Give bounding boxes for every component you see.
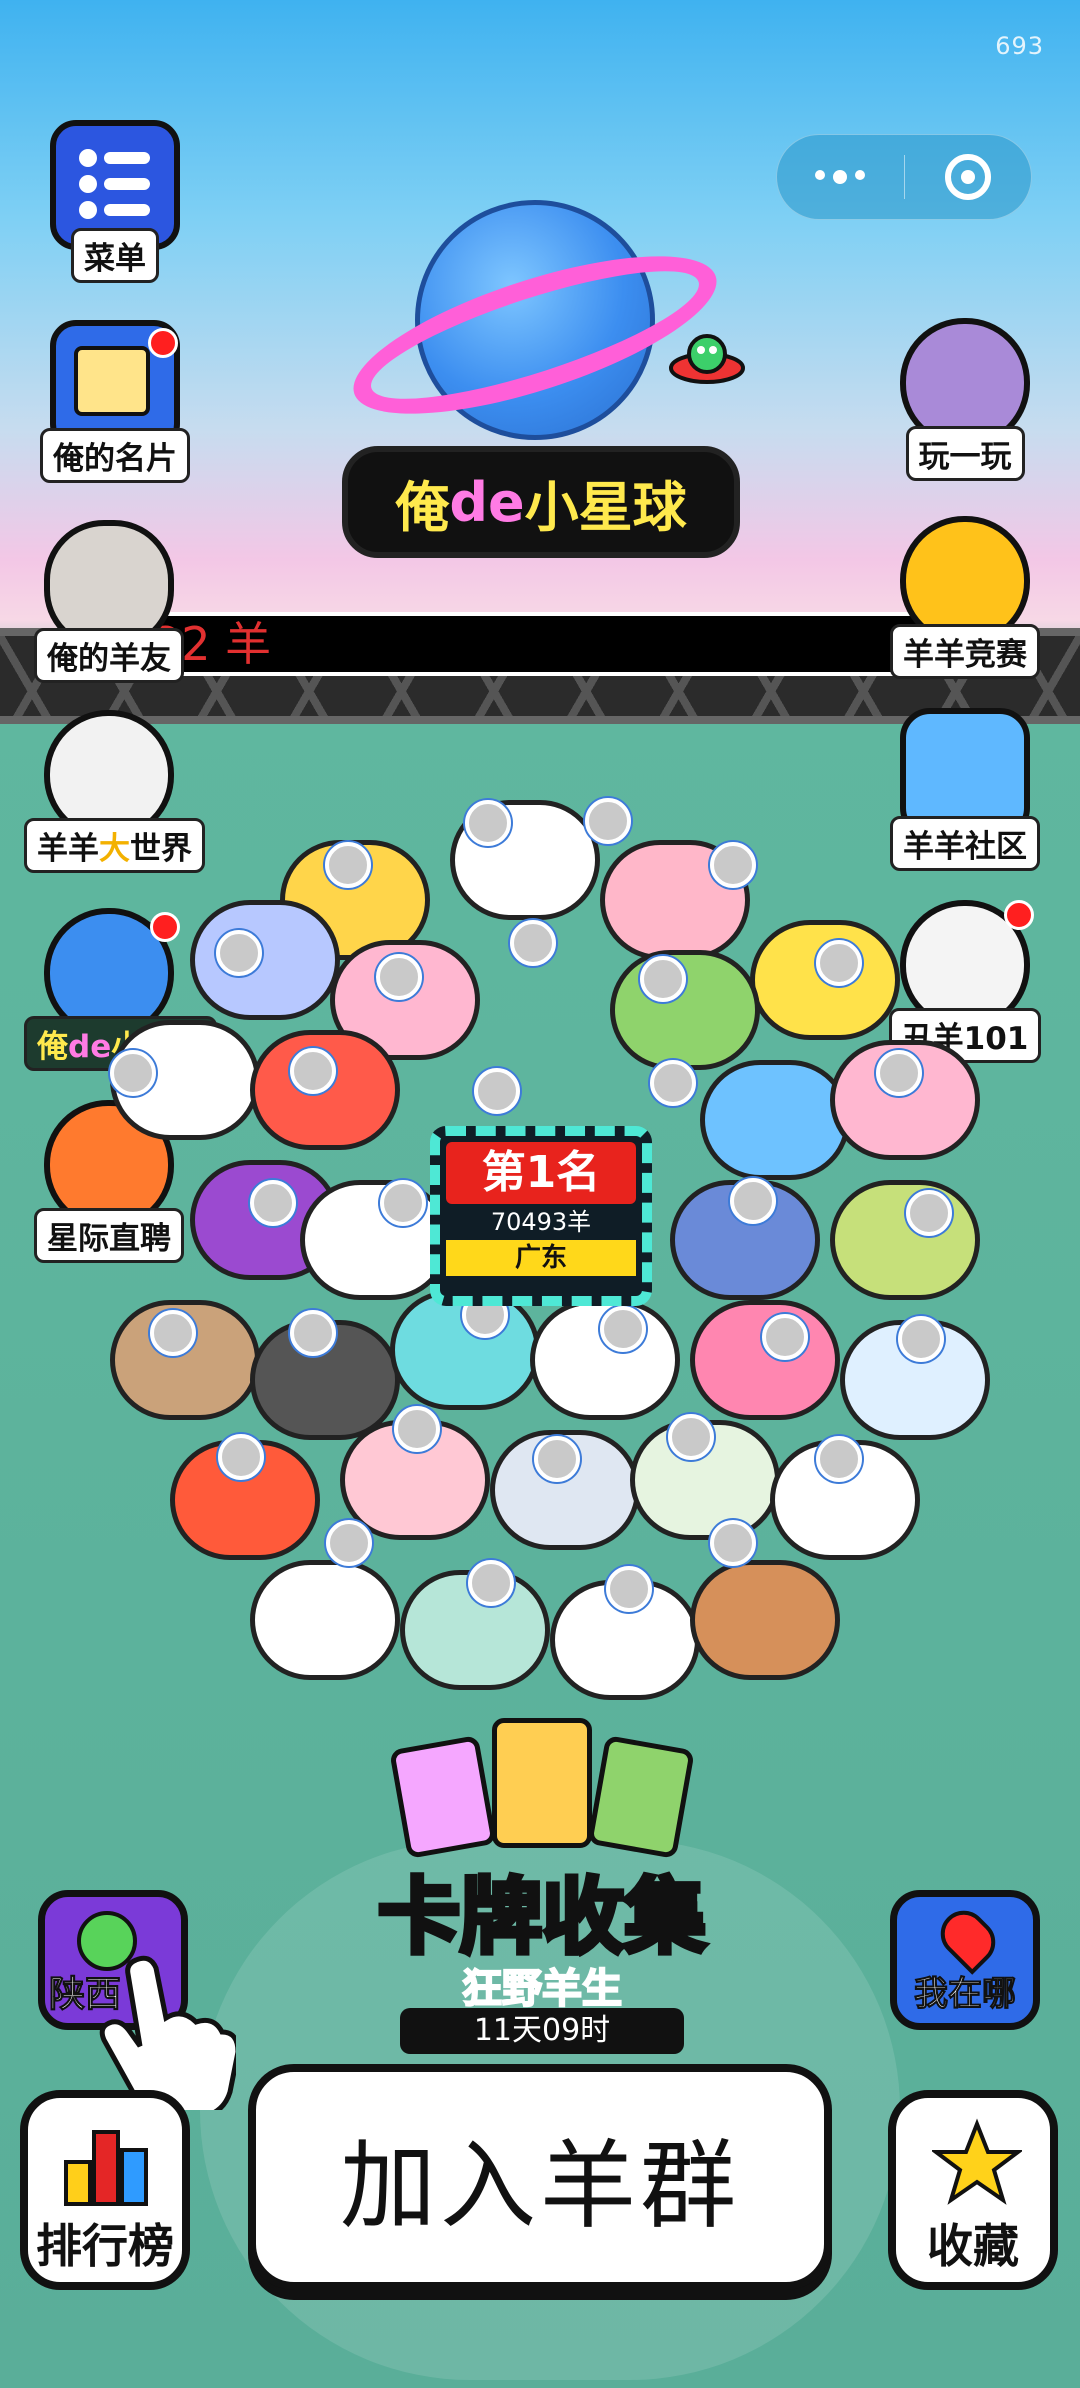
menu-button[interactable]: 菜单	[30, 120, 200, 283]
player-avatar[interactable]	[585, 798, 631, 844]
player-avatar[interactable]	[668, 1414, 714, 1460]
sheep-avatar[interactable]	[610, 950, 760, 1070]
favorite-label: 收藏	[927, 2219, 1019, 2273]
ranking-button[interactable]: 排行榜	[20, 2090, 190, 2290]
sheep-contest-button[interactable]: 羊羊竞赛	[880, 516, 1050, 679]
player-avatar[interactable]	[326, 1520, 372, 1566]
player-avatar[interactable]	[465, 800, 511, 846]
planet-illustration	[337, 200, 745, 460]
player-avatar[interactable]	[510, 920, 556, 966]
favorite-button[interactable]: 收藏	[888, 2090, 1058, 2290]
close-mini-program-button[interactable]	[905, 135, 1032, 219]
event-timer: 11天09时	[400, 2008, 684, 2054]
target-circle-icon	[944, 154, 991, 200]
player-avatar[interactable]	[600, 1306, 646, 1352]
sheep-avatar[interactable]	[700, 1060, 850, 1180]
where-am-i-label: 我在哪	[914, 1974, 1017, 2015]
location-pin-icon	[931, 1901, 1005, 1975]
sheep-avatar[interactable]	[190, 900, 340, 1020]
sheep-friends-button[interactable]: 俺的羊友	[24, 520, 194, 683]
player-avatar[interactable]	[650, 1060, 696, 1106]
player-avatar[interactable]	[290, 1048, 336, 1094]
notification-dot	[148, 328, 178, 358]
where-am-i-button[interactable]: 我在哪	[890, 1890, 1040, 2030]
ufo-icon	[669, 334, 745, 384]
event-cards-icon	[372, 1718, 712, 1859]
sheep-count-ticker: 32 羊	[142, 612, 932, 676]
player-avatar[interactable]	[474, 1068, 520, 1114]
event-title: 卡牌收集	[375, 1868, 708, 1968]
name-card-button[interactable]: 俺的名片	[30, 320, 200, 483]
player-avatar[interactable]	[110, 1050, 156, 1096]
player-avatar[interactable]	[710, 842, 756, 888]
planet-title: 俺 de 小星球	[342, 446, 740, 558]
player-avatar[interactable]	[468, 1560, 514, 1606]
player-avatar[interactable]	[606, 1566, 652, 1612]
player-avatar[interactable]	[218, 1434, 264, 1480]
player-avatar[interactable]	[150, 1310, 196, 1356]
player-avatar[interactable]	[816, 1436, 862, 1482]
join-flock-button[interactable]: 加入羊群	[248, 2064, 832, 2290]
player-avatar[interactable]	[762, 1314, 808, 1360]
sheep-avatar[interactable]	[300, 1180, 450, 1300]
player-avatar[interactable]	[380, 1180, 426, 1226]
player-avatar[interactable]	[325, 842, 371, 888]
rank-score: 70493羊	[490, 1208, 592, 1236]
session-counter: 693	[995, 32, 1044, 60]
mini-program-capsule	[776, 134, 1032, 220]
rank-region: 广东	[446, 1240, 636, 1276]
play-button[interactable]: 玩一玩	[880, 318, 1050, 481]
player-avatar[interactable]	[534, 1436, 580, 1482]
player-avatar[interactable]	[290, 1310, 336, 1356]
player-avatar[interactable]	[376, 954, 422, 1000]
player-avatar[interactable]	[216, 930, 262, 976]
player-avatar[interactable]	[640, 956, 686, 1002]
player-avatar[interactable]	[906, 1190, 952, 1236]
event-subtitle: 狂野羊生	[461, 1965, 623, 2013]
sheep-avatar[interactable]	[690, 1560, 840, 1680]
tap-hand-icon	[99, 1955, 236, 2110]
player-avatar[interactable]	[898, 1316, 944, 1362]
player-avatar[interactable]	[876, 1050, 922, 1096]
player-avatar[interactable]	[250, 1180, 296, 1226]
top-rank-board[interactable]: 第1名 70493羊 广东	[430, 1126, 652, 1306]
star-icon	[932, 2118, 1022, 2205]
more-dots-icon	[815, 170, 866, 184]
rank-title: 第1名	[446, 1142, 636, 1204]
ranking-label: 排行榜	[36, 2219, 174, 2273]
player-avatar[interactable]	[394, 1406, 440, 1452]
player-avatar[interactable]	[730, 1178, 776, 1224]
bar-chart-icon	[64, 2130, 148, 2206]
sheep-avatar[interactable]	[830, 1180, 980, 1300]
sheep-avatar[interactable]	[250, 1560, 400, 1680]
player-avatar[interactable]	[816, 940, 862, 986]
sheep-avatar[interactable]	[690, 1300, 840, 1420]
more-button[interactable]	[777, 135, 904, 219]
card-collection-event[interactable]: 卡牌收集 狂野羊生 11天09时	[352, 1718, 732, 2054]
player-avatar[interactable]	[710, 1520, 756, 1566]
